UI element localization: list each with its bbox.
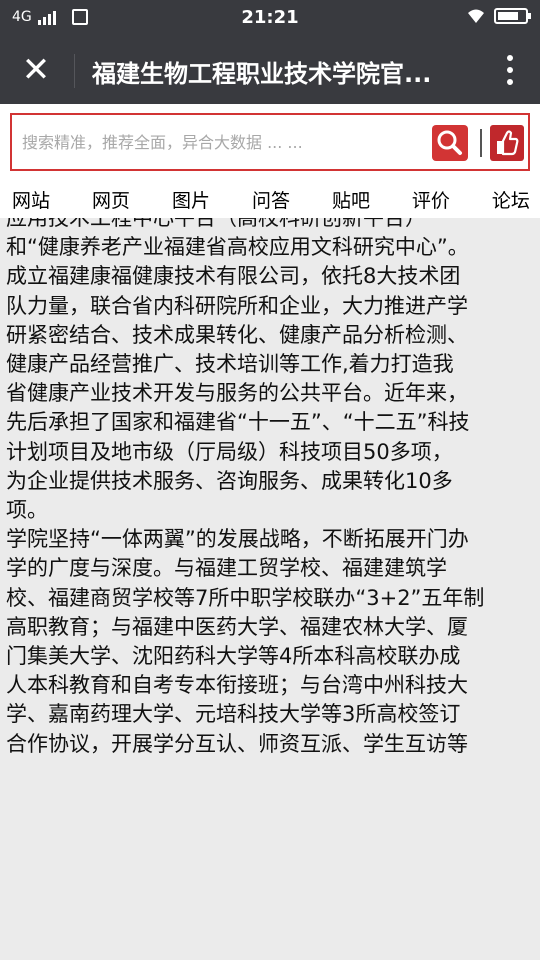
status-right [466,8,531,24]
article-line: 为企业提供技术服务、咨询服务、成果转化10多 [6,468,453,493]
more-dot [507,67,513,73]
search-tabs: 网站 网页 图片 问答 贴吧 评价 论坛 [0,180,540,218]
article-line: 学院坚持“一体两翼”的发展战略，不断拓展开门办 [6,527,469,552]
article-line: 人本科教育和自考专本衔接班；与台湾中州科技大 [6,673,468,698]
title-bar: ✕ 福建生物工程职业技术学院官... [0,36,540,104]
search-area [0,104,540,180]
article-line: 研紧密结合、技术成果转化、健康产品分析检测、 [6,322,468,347]
search-input[interactable] [22,127,422,157]
close-icon[interactable]: ✕ [22,50,51,90]
title-divider [74,54,75,88]
article-line: 校、福建商贸学校等7所中职学校联办“3+2”五年制 [6,585,485,610]
article-line: 计划项目及地市级（厅局级）科技项目50多项， [6,439,453,464]
more-dot [507,55,513,61]
article-line: 健康产品经营推广、技术培训等工作,着力打造我 [6,352,454,376]
article-line: 成立福建康福健康技术有限公司，依托8大技术团 [6,264,461,289]
wifi-icon [468,9,484,23]
tab-images[interactable]: 图片 [172,186,210,213]
article-line: 合作协议，开展学分互认、师资互派、学生互访等 [6,731,468,756]
search-box [10,113,530,171]
article-body: 应用技术工程中心平台（高校科研创新平台） 和“健康养老产业福建省高校应用文科研究中… [0,218,540,960]
article-line: 项。 [6,498,48,522]
status-bar: 4G 21:21 [0,0,540,36]
battery-level [498,12,518,20]
article-line: 门集美大学、沈阳药科大学等4所本科高校联办成 [6,644,461,668]
tab-qa[interactable]: 问答 [252,186,290,213]
thumbs-up-icon[interactable] [490,125,524,161]
page-title: 福建生物工程职业技术学院官... [92,60,432,88]
battery-icon [494,8,531,24]
article-line: 学、嘉南药理大学、元培科技大学等3所高校签订 [6,702,461,727]
article-line: 应用技术工程中心平台（高校科研创新平台） [6,218,426,230]
like-button[interactable] [490,125,524,161]
close-button[interactable]: ✕ [16,50,56,90]
article-line: 高职教育；与福建中医药大学、福建农林大学、厦 [6,614,468,639]
article-line: 学的广度与深度。与福建工贸学校、福建建筑学 [6,556,447,581]
clock: 21:21 [241,7,299,28]
search-divider [480,129,482,157]
article-line: 队力量，联合省内科研院所和企业，大力推进产学 [6,293,468,318]
article-line: 先后承担了国家和福建省“十一五”、“十二五”科技 [6,410,470,435]
tab-reviews[interactable]: 评价 [412,186,450,213]
search-button[interactable] [432,125,468,161]
search-icon[interactable] [432,125,468,161]
tab-webpage[interactable]: 网页 [92,186,130,213]
more-dot [507,79,513,85]
article-line: 省健康产业技术开发与服务的公共平台。近年来， [6,381,468,406]
tab-tieba[interactable]: 贴吧 [332,186,370,213]
article-line: 和“健康养老产业福建省高校应用文科研究中心”。 [6,235,469,260]
tab-website[interactable]: 网站 [12,186,50,213]
more-options-button[interactable] [500,52,520,88]
tab-forum[interactable]: 论坛 [492,186,530,213]
